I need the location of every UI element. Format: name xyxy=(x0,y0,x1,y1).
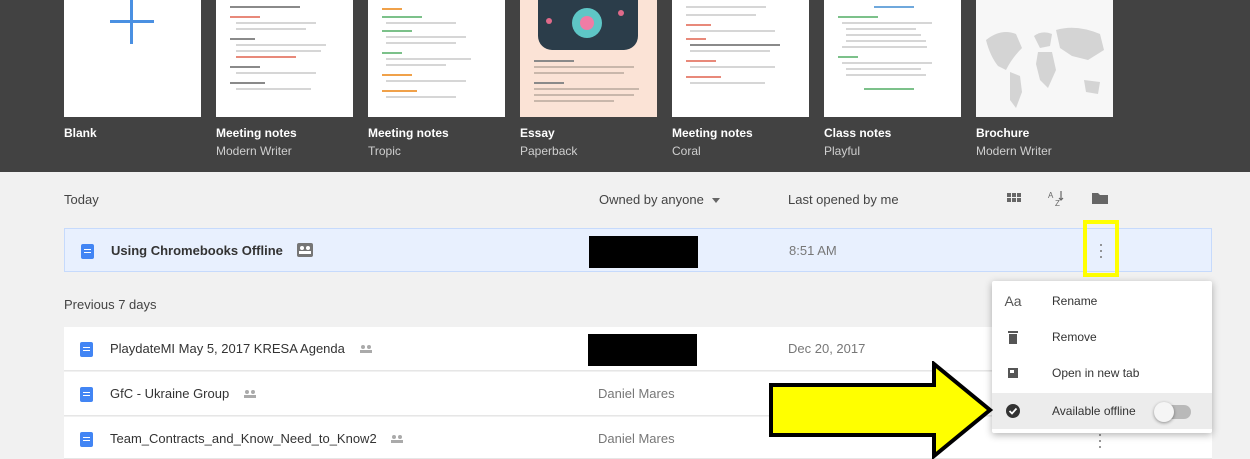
file-title: GfC - Ukraine Group xyxy=(110,386,257,401)
highlight-box xyxy=(1083,220,1119,277)
template-name: Brochure xyxy=(976,126,1030,140)
file-owner: Daniel Mares xyxy=(598,431,675,446)
template-name: Meeting notes xyxy=(672,126,753,140)
redacted-owner xyxy=(589,236,698,268)
file-context-menu: Aa Rename Remove Open in new tab Availab… xyxy=(992,281,1212,433)
folder-icon[interactable] xyxy=(1090,188,1110,208)
file-title-text: Using Chromebooks Offline xyxy=(111,243,283,258)
file-date: 8:51 AM xyxy=(789,243,837,258)
open-new-tab-icon xyxy=(1008,368,1018,378)
file-owner: Daniel Mares xyxy=(598,386,675,401)
menu-item-available-offline[interactable]: Available offline xyxy=(992,393,1212,429)
menu-item-open-new-tab[interactable]: Open in new tab xyxy=(992,355,1212,391)
template-thumbnail[interactable] xyxy=(520,0,657,117)
yellow-arrow-annotation xyxy=(769,361,994,459)
shared-people-icon xyxy=(359,345,372,353)
template-subtitle: Modern Writer xyxy=(216,144,292,158)
template-thumbnail[interactable] xyxy=(976,0,1113,117)
menu-item-label: Remove xyxy=(1052,330,1097,344)
template-gallery: Blank Meeting notes Modern Writer Meetin… xyxy=(0,0,1250,172)
file-title-text: Team_Contracts_and_Know_Need_to_Know2 xyxy=(110,431,377,446)
google-doc-icon xyxy=(80,387,93,402)
template-name: Meeting notes xyxy=(216,126,297,140)
caret-down-icon xyxy=(711,198,720,204)
owner-filter-label: Owned by anyone xyxy=(599,192,704,207)
file-title: PlaydateMI May 5, 2017 KRESA Agenda xyxy=(110,341,373,356)
toggle-knob xyxy=(1154,402,1174,422)
file-title-text: GfC - Ukraine Group xyxy=(110,386,230,401)
redacted-owner xyxy=(588,334,697,366)
template-thumbnail[interactable] xyxy=(824,0,961,117)
template-subtitle: Tropic xyxy=(368,144,401,158)
file-row-selected[interactable]: Using Chromebooks Offline 8:51 AM xyxy=(64,228,1212,272)
file-title: Using Chromebooks Offline xyxy=(111,243,313,258)
template-subtitle: Modern Writer xyxy=(976,144,1052,158)
rename-icon: Aa xyxy=(1004,293,1022,309)
shared-with-group-icon xyxy=(296,243,313,257)
template-thumbnail[interactable] xyxy=(368,0,505,117)
template-name: Blank xyxy=(64,126,97,140)
menu-item-label: Available offline xyxy=(1052,404,1136,418)
trash-icon xyxy=(1008,331,1018,344)
file-title: Team_Contracts_and_Know_Need_to_Know2 xyxy=(110,431,404,446)
template-subtitle: Coral xyxy=(672,144,701,158)
menu-item-label: Rename xyxy=(1052,294,1098,308)
sort-by-last-opened[interactable]: Last opened by me xyxy=(788,192,899,207)
offline-check-icon xyxy=(1006,404,1020,418)
template-name: Essay xyxy=(520,126,555,140)
template-subtitle: Paperback xyxy=(520,144,578,158)
grid-view-icon[interactable] xyxy=(1004,188,1024,208)
svg-text:Z: Z xyxy=(1055,199,1060,208)
menu-item-remove[interactable]: Remove xyxy=(992,319,1212,355)
template-thumbnail[interactable] xyxy=(672,0,809,117)
template-subtitle: Playful xyxy=(824,144,861,158)
template-thumbnail[interactable] xyxy=(216,0,353,117)
template-thumbnail[interactable] xyxy=(64,0,201,117)
menu-item-rename[interactable]: Aa Rename xyxy=(992,283,1212,319)
file-date: Dec 20, 2017 xyxy=(788,341,866,356)
template-name: Class notes xyxy=(824,126,892,140)
more-options-icon[interactable] xyxy=(1096,431,1104,451)
menu-item-label: Open in new tab xyxy=(1052,366,1140,380)
google-doc-icon xyxy=(80,432,93,447)
template-name: Meeting notes xyxy=(368,126,449,140)
shared-people-icon xyxy=(391,435,404,443)
world-map-graphic xyxy=(986,27,1104,108)
google-doc-icon xyxy=(80,342,93,357)
file-title-text: PlaydateMI May 5, 2017 KRESA Agenda xyxy=(110,341,345,356)
section-previous-label: Previous 7 days xyxy=(64,297,157,312)
google-doc-icon xyxy=(81,244,94,259)
plus-icon xyxy=(110,0,154,44)
owner-filter-dropdown[interactable]: Owned by anyone xyxy=(599,192,720,207)
shared-people-icon xyxy=(243,390,256,398)
section-today-label: Today xyxy=(64,192,99,207)
essay-cover-art xyxy=(538,0,638,50)
offline-toggle[interactable] xyxy=(1154,402,1191,422)
svg-text:A: A xyxy=(1048,191,1054,200)
sort-az-icon[interactable]: A Z xyxy=(1046,188,1066,208)
